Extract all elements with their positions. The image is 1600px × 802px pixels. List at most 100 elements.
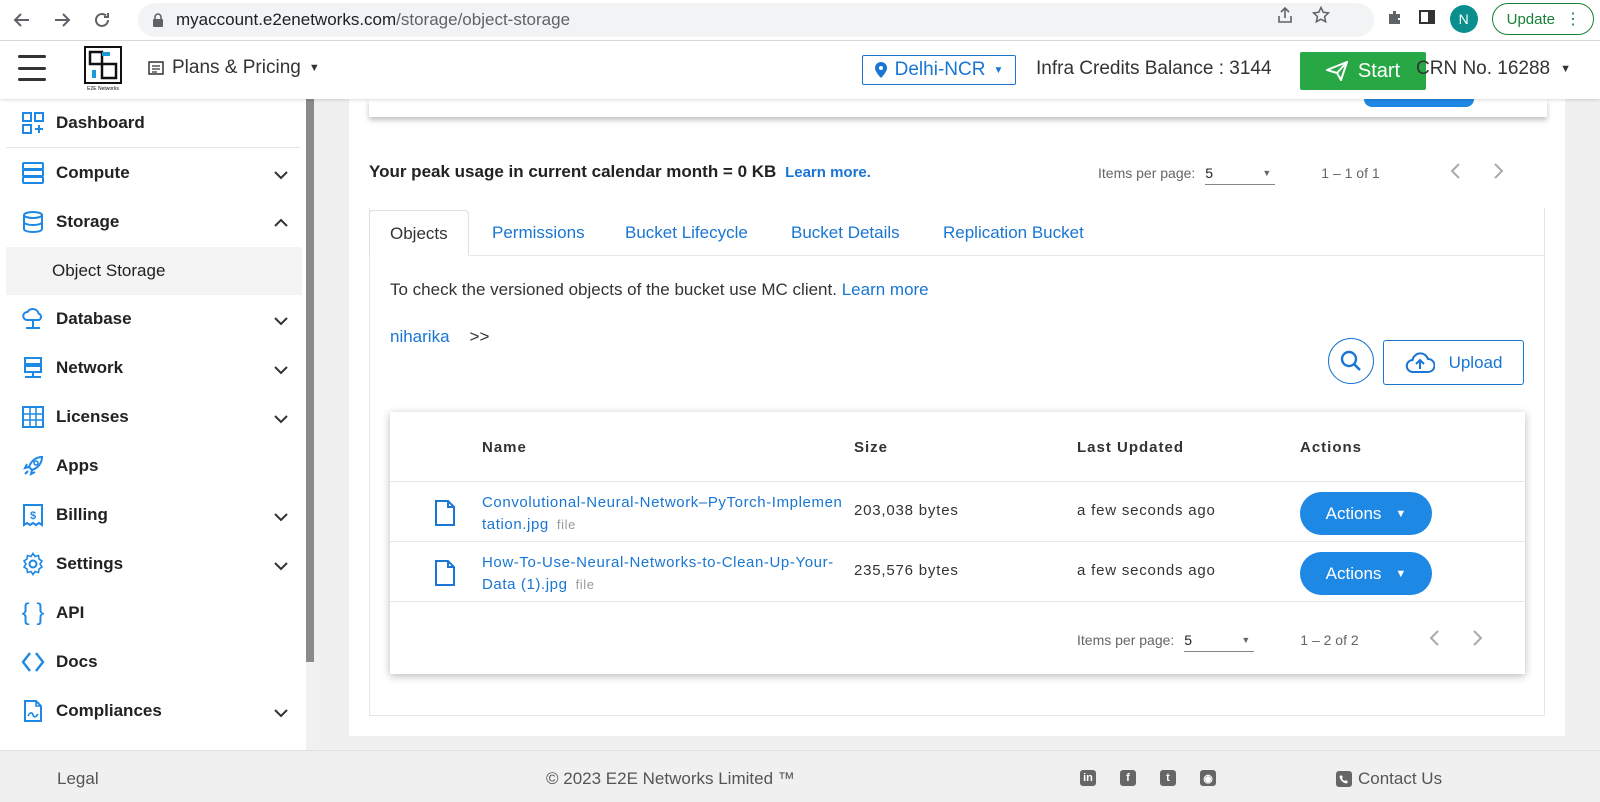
tab-permissions[interactable]: Permissions [492, 210, 585, 256]
tab-bucket-details[interactable]: Bucket Details [791, 210, 900, 256]
file-size: 235,576 bytes [854, 562, 959, 579]
forward-icon[interactable] [44, 2, 80, 38]
sidebar-item-docs[interactable]: Docs [0, 638, 300, 686]
sidebar-item-compliances[interactable]: Compliances [0, 687, 300, 735]
sidebar-item-compute[interactable]: Compute [0, 149, 300, 197]
reload-icon[interactable] [84, 2, 120, 38]
next-page-icon[interactable] [1472, 629, 1483, 652]
column-header-size[interactable]: Size [854, 439, 888, 456]
sidebar-item-label: Licenses [56, 407, 129, 426]
file-name-cell: Convolutional-Neural-Network–PyTorch-Imp… [482, 492, 844, 536]
code-icon [20, 649, 46, 675]
sidebar-subitem-object-storage[interactable]: Object Storage [6, 247, 302, 295]
back-icon[interactable] [4, 2, 40, 38]
address-bar[interactable]: myaccount.e2enetworks.com/storage/object… [138, 3, 1374, 37]
star-icon[interactable] [1311, 5, 1331, 29]
cloud-upload-icon [1405, 351, 1435, 373]
column-header-last-updated[interactable]: Last Updated [1077, 439, 1184, 456]
prev-page-icon[interactable] [1450, 162, 1460, 185]
plans-pricing-dropdown[interactable]: Plans & Pricing ▼ [148, 57, 320, 79]
caret-down-icon: ▼ [1241, 634, 1251, 645]
sidebar-item-api[interactable]: { } API [0, 589, 300, 637]
file-name-link[interactable]: How-To-Use-Neural-Networks-to-Clean-Up-Y… [482, 554, 834, 593]
hamburger-menu-icon[interactable] [18, 55, 46, 81]
update-button[interactable]: Update ⋮ [1491, 3, 1594, 35]
previous-card-button[interactable] [1364, 99, 1474, 107]
chevron-down-icon [274, 165, 288, 185]
list-icon [148, 61, 164, 75]
tab-bucket-lifecycle[interactable]: Bucket Lifecycle [625, 210, 748, 256]
search-button[interactable] [1328, 338, 1374, 384]
share-icon[interactable] [1276, 6, 1294, 29]
tab-objects[interactable]: Objects [369, 210, 469, 256]
tab-replication-bucket[interactable]: Replication Bucket [943, 210, 1084, 256]
sidebar-item-label: API [56, 603, 85, 622]
legal-link[interactable]: Legal [57, 769, 99, 789]
versioning-hint: To check the versioned objects of the bu… [390, 280, 929, 300]
breadcrumb: niharika >> [390, 327, 489, 347]
linkedin-icon[interactable]: in [1080, 770, 1096, 786]
next-page-icon[interactable] [1493, 162, 1504, 185]
start-button[interactable]: Start [1300, 52, 1426, 90]
sidebar-item-licenses[interactable]: Licenses [0, 393, 300, 441]
sidebar-item-label: Storage [56, 212, 120, 231]
sidebar-item-billing[interactable]: $ Billing [0, 491, 300, 539]
file-icon [434, 500, 456, 531]
peak-usage-text: Your peak usage in current calendar mont… [369, 162, 871, 182]
file-kind: file [556, 517, 576, 532]
prev-page-icon[interactable] [1429, 629, 1439, 652]
column-header-name[interactable]: Name [482, 439, 527, 456]
sidebar-item-dashboard[interactable]: Dashboard [0, 99, 300, 147]
contact-us-link[interactable]: Contact Us [1336, 769, 1442, 789]
lock-icon [153, 13, 163, 27]
caret-down-icon: ▼ [1560, 63, 1572, 75]
crn-dropdown[interactable]: CRN No. 16288 ▼ [1416, 58, 1571, 80]
file-name-cell: How-To-Use-Neural-Networks-to-Clean-Up-Y… [482, 552, 844, 596]
e2e-logo[interactable]: E2E Networks [84, 46, 122, 92]
region-selector[interactable]: Delhi-NCR ▼ [862, 55, 1016, 85]
cloud-network-icon [20, 306, 46, 332]
sidebar-item-label: Database [56, 309, 132, 328]
breadcrumb-bucket-link[interactable]: niharika [390, 327, 450, 347]
logo-text: E2E Networks [87, 86, 119, 92]
rocket-icon [20, 453, 46, 479]
document-icon [20, 698, 46, 724]
sidebar-item-settings[interactable]: Settings [0, 540, 300, 588]
sidebar-item-storage[interactable]: Storage [0, 198, 300, 246]
peak-learn-more-link[interactable]: Learn more. [785, 164, 871, 181]
items-per-page-select[interactable]: 5 ▼ [1205, 161, 1276, 185]
sidebar-item-network[interactable]: Network [0, 344, 300, 392]
twitter-icon[interactable]: t [1160, 770, 1176, 786]
table-row: How-To-Use-Neural-Networks-to-Clean-Up-Y… [390, 541, 1525, 601]
breadcrumb-separator: >> [469, 327, 490, 346]
sidebar-item-database[interactable]: Database [0, 295, 300, 343]
profile-avatar[interactable]: N [1449, 5, 1478, 33]
region-label: Delhi-NCR [894, 59, 986, 80]
file-icon [434, 560, 456, 591]
side-panel-icon[interactable] [1418, 8, 1436, 31]
rss-icon[interactable]: ◉ [1200, 770, 1216, 786]
caret-down-icon: ▼ [308, 62, 320, 74]
file-last-updated: a few seconds ago [1077, 562, 1216, 579]
extensions-icon[interactable] [1386, 8, 1404, 31]
actions-dropdown-button[interactable]: Actions ▼ [1300, 492, 1432, 535]
actions-dropdown-button[interactable]: Actions ▼ [1300, 552, 1432, 595]
sidebar-scrollbar-thumb[interactable] [306, 99, 314, 662]
sidebar-item-apps[interactable]: Apps [0, 442, 300, 490]
facebook-icon[interactable]: f [1120, 770, 1136, 786]
page-range: 1 – 2 of 2 [1300, 632, 1359, 648]
billing-icon: $ [20, 502, 46, 528]
top-paginator: Items per page: 5 ▼ 1 – 1 of 1 [1098, 161, 1504, 185]
upload-label: Upload [1448, 352, 1503, 372]
file-size: 203,038 bytes [854, 502, 959, 519]
items-per-page-select[interactable]: 5 ▼ [1184, 628, 1255, 652]
copyright-text: © 2023 E2E Networks Limited ™ [546, 769, 795, 788]
paper-plane-icon [1325, 61, 1348, 81]
caret-down-icon: ▼ [1262, 167, 1272, 178]
social-links: in f t ◉ [1080, 770, 1216, 786]
credits-balance: Infra Credits Balance : 3144 [1036, 58, 1272, 79]
hint-learn-more-link[interactable]: Learn more [842, 280, 929, 299]
actions-label: Actions [1325, 563, 1382, 583]
file-name-link[interactable]: Convolutional-Neural-Network–PyTorch-Imp… [482, 494, 842, 533]
upload-button[interactable]: Upload [1383, 340, 1524, 385]
